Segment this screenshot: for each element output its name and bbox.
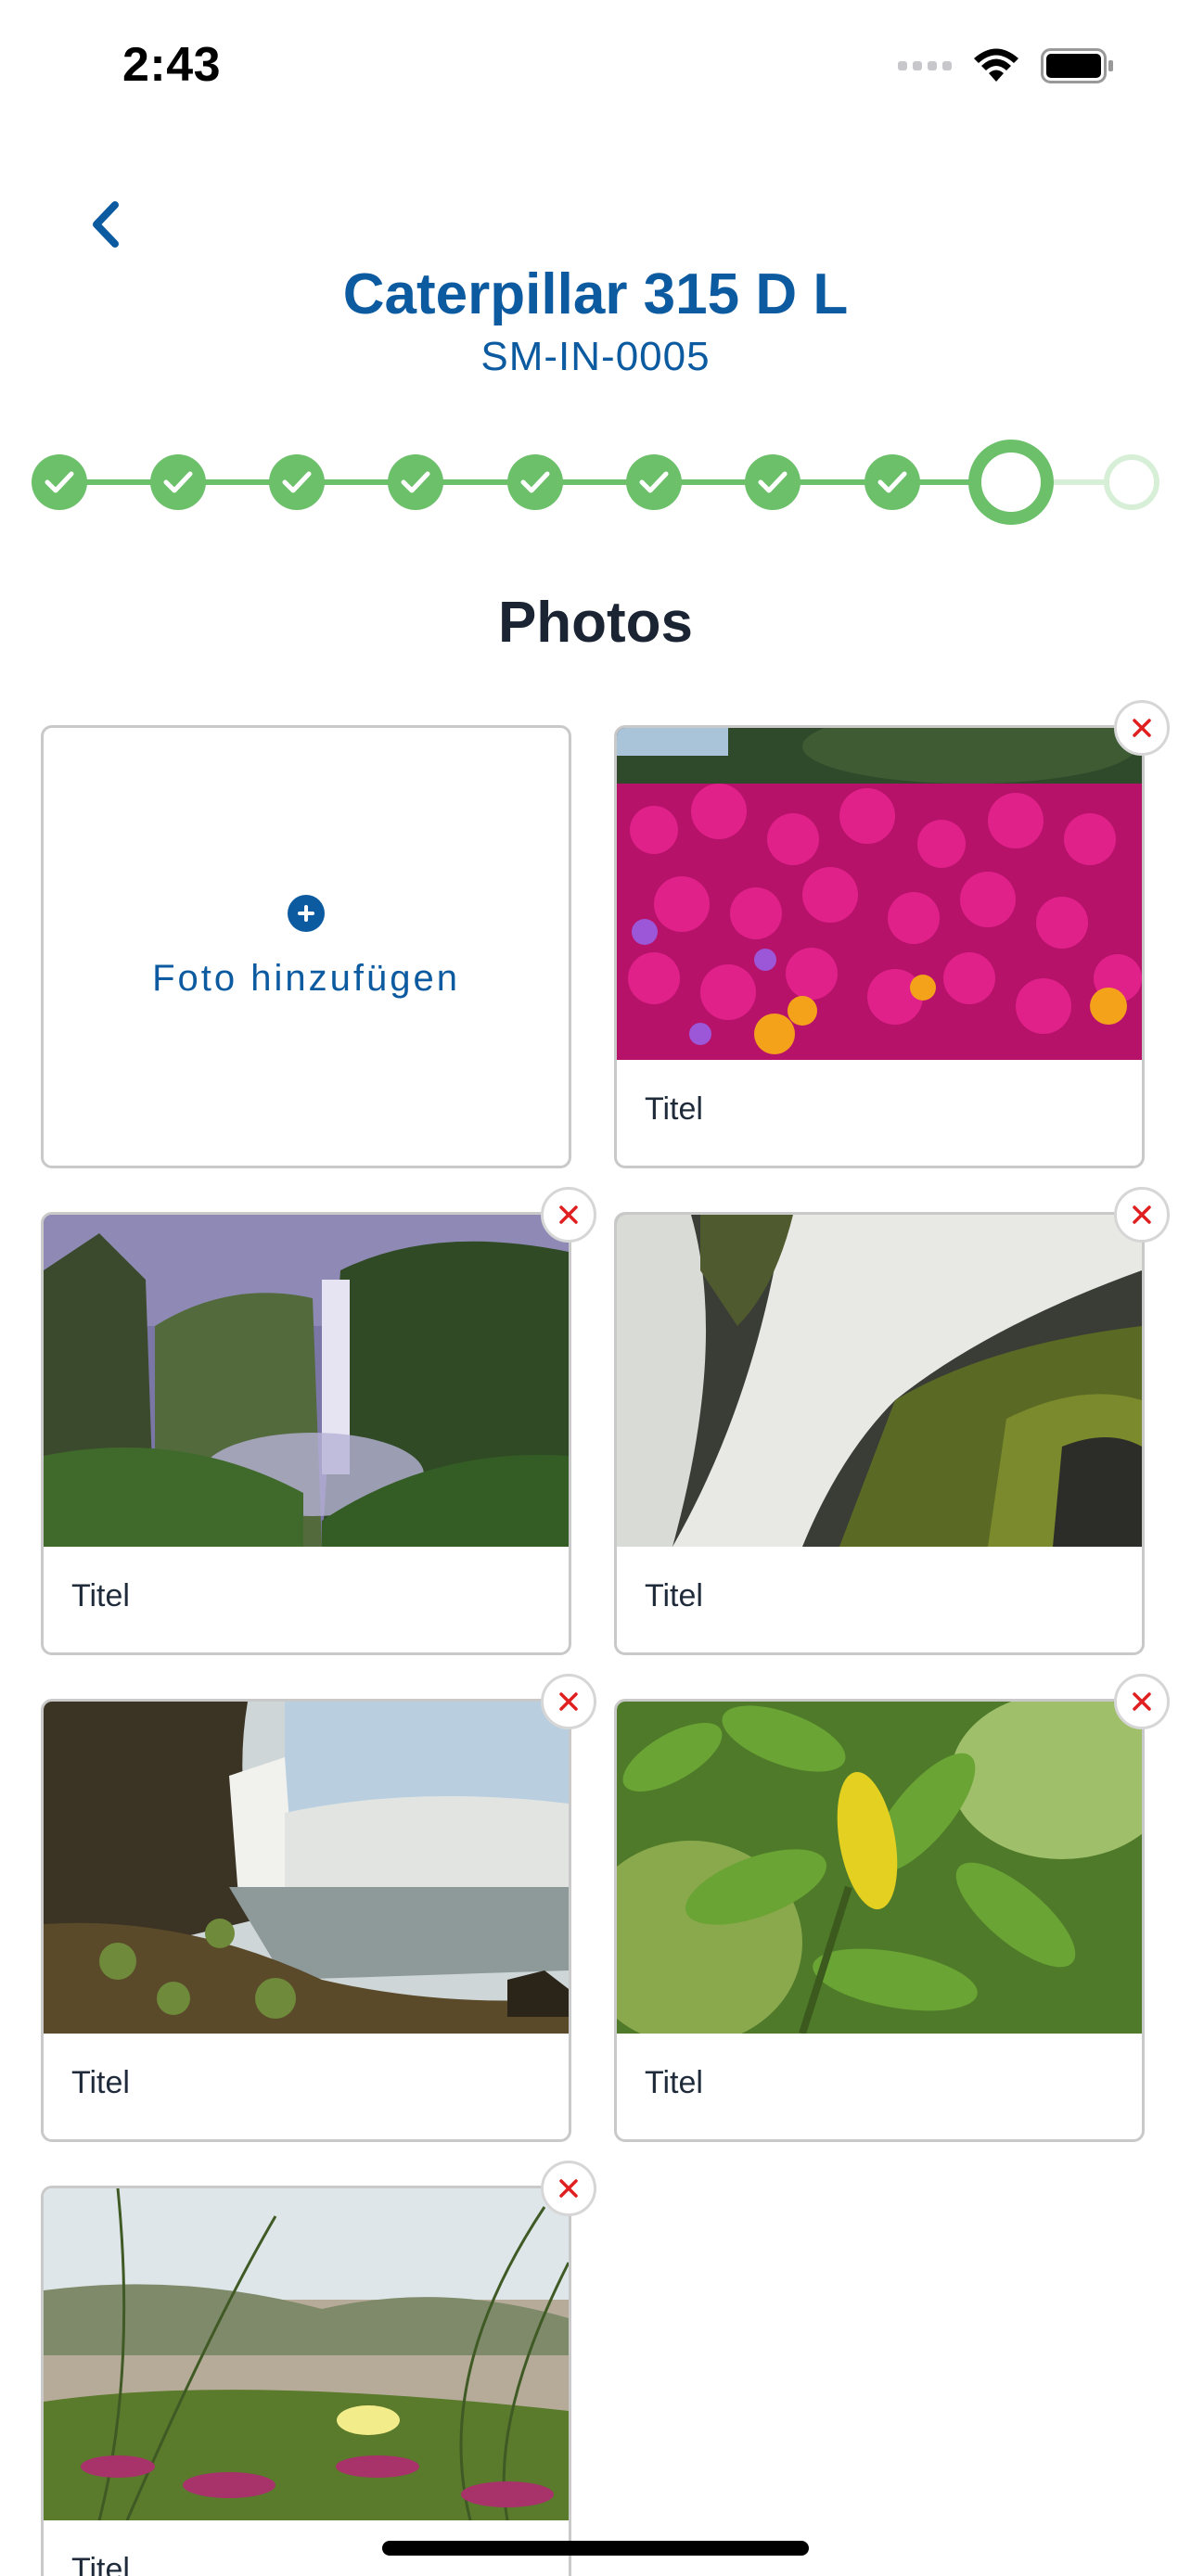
- page-subtitle: SM-IN-0005: [480, 334, 711, 379]
- photo-thumbnail[interactable]: [617, 1215, 1142, 1547]
- delete-photo-button[interactable]: [541, 1187, 596, 1243]
- status-icons: [898, 48, 1115, 83]
- step-9-current: [968, 440, 1054, 525]
- check-icon: [877, 471, 907, 493]
- wifi-icon: [974, 48, 1018, 82]
- photo-thumbnail[interactable]: [44, 2188, 569, 2520]
- close-icon: [559, 2179, 578, 2198]
- step-4-complete: [388, 454, 443, 510]
- close-icon: [1133, 719, 1151, 737]
- step-3-complete: [269, 454, 325, 510]
- battery-icon: [1041, 48, 1113, 83]
- close-icon: [559, 1692, 578, 1711]
- close-icon: [559, 1205, 578, 1224]
- step-5-complete: [507, 454, 563, 510]
- check-icon: [45, 471, 74, 493]
- section-title: Photos: [497, 591, 694, 655]
- back-button[interactable]: [80, 197, 132, 252]
- delete-photo-button[interactable]: [1114, 1187, 1170, 1243]
- photo-thumbnail[interactable]: [617, 1702, 1142, 2034]
- progress-stepper: [0, 436, 1191, 529]
- plus-circle-icon: [288, 894, 325, 932]
- close-icon: [1133, 1205, 1151, 1224]
- photo-caption: Titel: [71, 1578, 130, 1613]
- check-icon: [520, 471, 550, 493]
- photo-card[interactable]: Titel: [41, 1674, 596, 2142]
- photo-card[interactable]: Titel: [614, 1674, 1170, 2142]
- step-6-complete: [626, 454, 682, 510]
- step-7-complete: [745, 454, 800, 510]
- step-10-upcoming: [1104, 454, 1159, 510]
- step-8-complete: [864, 454, 920, 510]
- check-icon: [282, 471, 312, 493]
- status-time: 2:43: [122, 38, 222, 92]
- photo-card[interactable]: Titel: [614, 1187, 1170, 1655]
- delete-photo-button[interactable]: [1114, 700, 1170, 756]
- step-1-complete: [32, 454, 87, 510]
- delete-photo-button[interactable]: [1114, 1674, 1170, 1729]
- step-2-complete: [150, 454, 206, 510]
- cellular-signal-icon: [898, 61, 952, 70]
- delete-photo-button[interactable]: [541, 2161, 596, 2216]
- check-icon: [758, 471, 788, 493]
- photo-card[interactable]: Titel: [41, 1187, 596, 1655]
- screen: 2:43 Caterpillar 315 D L SM-IN-0005 Phot…: [0, 0, 1191, 2576]
- close-icon: [1133, 1692, 1151, 1711]
- photo-thumbnail[interactable]: [617, 728, 1142, 1060]
- photo-caption: Titel: [71, 2552, 130, 2576]
- check-icon: [639, 471, 669, 493]
- page-title: Caterpillar 315 D L: [342, 262, 849, 326]
- photo-card[interactable]: Titel: [41, 2161, 596, 2576]
- add-photo-label: Foto hinzufügen: [152, 957, 460, 999]
- check-icon: [401, 471, 430, 493]
- home-indicator: [382, 2541, 809, 2556]
- photo-thumbnail[interactable]: [44, 1215, 569, 1547]
- add-photo-button[interactable]: Foto hinzufügen: [41, 725, 571, 1168]
- check-icon: [163, 471, 193, 493]
- photo-caption: Titel: [645, 1091, 703, 1127]
- photo-caption: Titel: [645, 1578, 703, 1613]
- photo-thumbnail[interactable]: [44, 1702, 569, 2034]
- delete-photo-button[interactable]: [541, 1674, 596, 1729]
- photo-caption: Titel: [645, 2065, 703, 2100]
- chevron-left-icon: [93, 201, 119, 248]
- photo-caption: Titel: [71, 2065, 130, 2100]
- photo-card[interactable]: Titel: [614, 700, 1170, 1168]
